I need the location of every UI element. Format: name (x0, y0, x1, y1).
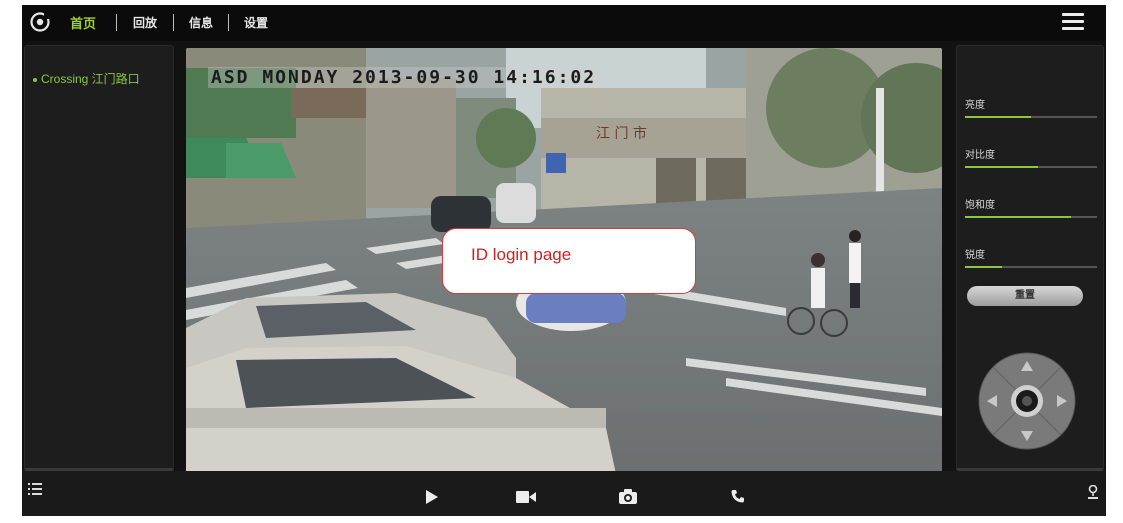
saturation-slider[interactable] (965, 216, 1097, 218)
status-dot-icon (33, 77, 37, 82)
contrast-label: 对比度 (965, 150, 995, 161)
brightness-slider[interactable] (965, 116, 1097, 118)
phone-icon[interactable] (731, 489, 745, 503)
bottom-toolbar (22, 471, 1106, 516)
app-window: 首页 回放 信息 设置 Crossing 江门路口 江 门 市 ASD MOND… (22, 5, 1106, 516)
login-callout: ID login page (442, 228, 696, 294)
callout-label: ID login page (471, 245, 572, 264)
hamburger-menu-icon[interactable] (1062, 13, 1084, 31)
contrast-slider-fill (965, 166, 1038, 168)
brightness-slider-fill (965, 116, 1031, 118)
snapshot-icon[interactable] (619, 489, 637, 504)
brightness-label: 亮度 (965, 100, 985, 111)
nav-divider (116, 14, 117, 31)
nav-info[interactable]: 信息 (189, 14, 213, 31)
camera-list-panel: Crossing 江门路口 (24, 45, 174, 474)
app-logo-icon (30, 12, 50, 32)
ptz-control[interactable] (977, 351, 1077, 451)
nav-divider (228, 14, 229, 31)
sharpness-slider[interactable] (965, 266, 1097, 268)
sharpness-label: 锐度 (965, 250, 985, 261)
nav-playback[interactable]: 回放 (133, 14, 157, 31)
location-icon[interactable] (1088, 485, 1098, 499)
video-feed[interactable]: 江 门 市 ASD MONDAY 2013-09-30 14:16:02 ID … (186, 48, 942, 474)
camera-list-item[interactable]: Crossing 江门路口 (33, 70, 140, 87)
timestamp-overlay: ASD MONDAY 2013-09-30 14:16:02 (208, 67, 600, 88)
saturation-slider-fill (965, 216, 1071, 218)
sharpness-slider-fill (965, 266, 1002, 268)
list-icon[interactable] (28, 483, 42, 495)
play-icon[interactable] (426, 490, 438, 504)
reset-button[interactable]: 重置 (967, 286, 1083, 306)
camera-name: Crossing 江门路口 (41, 72, 140, 86)
contrast-slider[interactable] (965, 166, 1097, 168)
nav-settings[interactable]: 设置 (244, 14, 268, 31)
record-icon[interactable] (516, 491, 536, 503)
nav-home[interactable]: 首页 (70, 13, 96, 32)
saturation-label: 饱和度 (965, 200, 995, 211)
building-sign: 江 门 市 (596, 125, 647, 142)
top-navigation-bar: 首页 回放 信息 设置 (22, 5, 1106, 41)
nav-divider (173, 14, 174, 31)
image-settings-panel: 亮度 对比度 饱和度 锐度 重置 (956, 45, 1104, 474)
